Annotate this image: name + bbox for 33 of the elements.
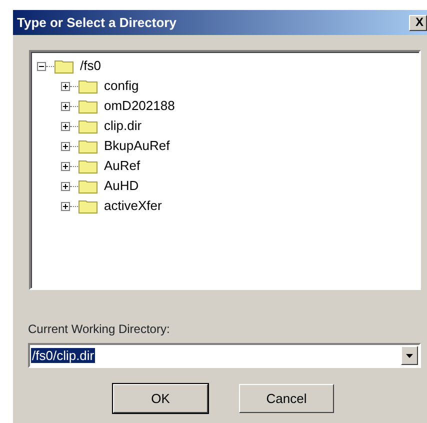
folder-icon <box>78 98 98 114</box>
expand-toggle[interactable] <box>61 142 70 150</box>
folder-name[interactable]: omD202188 <box>104 96 175 116</box>
folder-icon <box>78 118 98 134</box>
ok-button[interactable]: OK <box>113 384 208 413</box>
expand-toggle[interactable] <box>61 82 70 90</box>
folder-icon <box>78 158 98 174</box>
directory-combo-box[interactable]: /fs0/clip.dir <box>28 343 421 368</box>
cancel-button[interactable]: Cancel <box>239 384 334 413</box>
field-label: Current Working Directory: <box>28 321 170 338</box>
folder-icon <box>78 178 98 194</box>
folder-name[interactable]: activeXfer <box>104 196 162 216</box>
folder-name[interactable]: AuRef <box>104 156 140 176</box>
collapse-toggle[interactable] <box>37 62 46 70</box>
folder-name[interactable]: /fs0 <box>80 56 101 76</box>
expand-toggle[interactable] <box>61 102 70 110</box>
field-value: /fs0/clip.dir <box>31 348 96 363</box>
folder-name[interactable]: clip.dir <box>104 116 142 136</box>
window-title: Type or Select a Directory <box>16 14 178 32</box>
folder-name[interactable]: BkupAuRef <box>104 136 170 156</box>
expand-toggle[interactable] <box>61 162 70 170</box>
folder-name[interactable]: config <box>104 76 139 96</box>
folder-icon <box>54 58 74 74</box>
expand-toggle[interactable] <box>61 182 70 190</box>
close-button[interactable]: X <box>409 14 427 30</box>
expand-toggle[interactable] <box>61 122 70 130</box>
folder-icon <box>78 138 98 154</box>
caret-icon <box>406 354 413 358</box>
folder-icon <box>78 78 98 94</box>
folder-name[interactable]: AuHD <box>104 176 139 196</box>
dropdown-button[interactable] <box>401 346 418 365</box>
expand-toggle[interactable] <box>61 202 70 210</box>
folder-icon <box>78 198 98 214</box>
